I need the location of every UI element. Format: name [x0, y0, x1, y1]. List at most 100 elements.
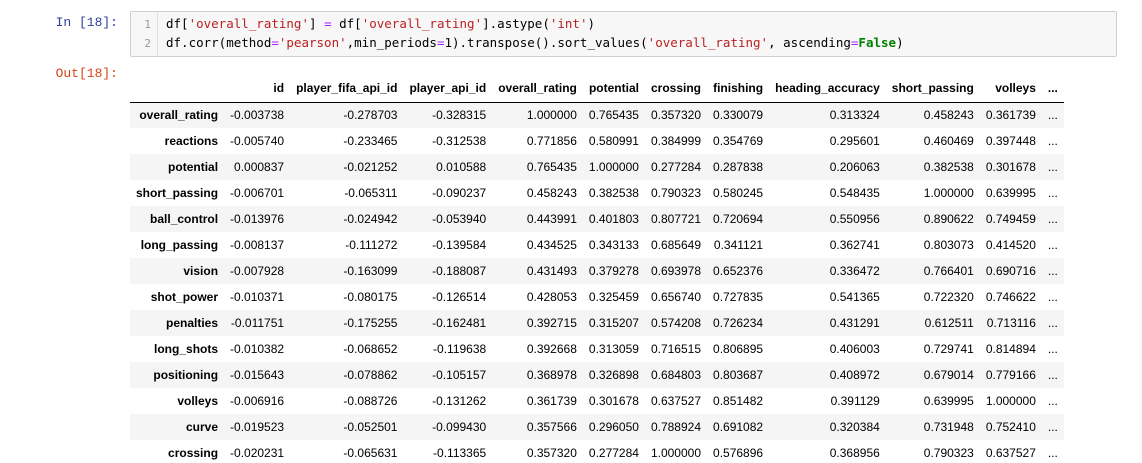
line-number: 1 — [144, 18, 151, 31]
row-index-label: curve — [186, 420, 219, 434]
column-header: volleys — [979, 74, 1042, 103]
table-row: vision -0.007928 -0.163099 -0.188087 0.43149… — [130, 258, 1064, 284]
ellipsis-cell: ... — [1047, 316, 1058, 330]
table-cell: -0.312538 — [432, 134, 487, 148]
ellipsis-cell: ... — [1047, 134, 1058, 148]
table-cell: 0.639995 — [923, 394, 974, 408]
table-cell: 0.580245 — [713, 186, 764, 200]
code-token: ] — [309, 16, 325, 31]
table-cell: 0.684803 — [650, 368, 702, 382]
code-token: df.corr(method — [166, 35, 272, 50]
code-cell-editor[interactable]: 1 2 df['overall_rating'] = df['overall_r… — [130, 11, 1117, 57]
table-cell: 0.362741 — [829, 238, 880, 252]
table-cell: 0.431291 — [829, 316, 880, 330]
table-cell: 1.000000 — [650, 446, 702, 460]
table-cell: 0.765435 — [588, 108, 639, 123]
row-index-label: potential — [168, 160, 219, 174]
column-header: short_passing — [885, 74, 980, 103]
table-cell: 0.731948 — [923, 420, 974, 434]
ellipsis-cell: ... — [1047, 186, 1058, 200]
row-index-label: long_passing — [140, 238, 219, 252]
table-cell: 0.765435 — [526, 160, 577, 174]
table-cell: 1.000000 — [985, 394, 1036, 408]
table-cell: 0.890622 — [923, 212, 974, 226]
table-cell: 0.612511 — [924, 316, 974, 330]
dataframe-output: id player_fifa_api_id player_api_id overall… — [130, 74, 1120, 463]
ellipsis-header: ... — [1041, 74, 1064, 103]
table-cell: 0.397448 — [985, 134, 1036, 148]
table-cell: 0.576896 — [713, 446, 764, 460]
table-cell: -0.011751 — [230, 316, 285, 330]
table-cell: -0.126514 — [432, 290, 487, 304]
ellipsis-cell: ... — [1047, 212, 1058, 226]
table-cell: 0.313324 — [829, 108, 880, 123]
code-token: df[ — [331, 16, 362, 31]
column-header: finishing — [707, 74, 770, 103]
table-row: short_passing -0.006701 -0.065311 -0.090237… — [130, 180, 1064, 206]
ellipsis-cell: ... — [1047, 446, 1058, 460]
table-cell: 0.357320 — [650, 108, 702, 123]
table-cell: 0.406003 — [829, 342, 880, 356]
table-cell: 0.803073 — [923, 238, 974, 252]
table-cell: 0.313059 — [588, 342, 639, 356]
table-cell: -0.088726 — [343, 394, 398, 408]
table-cell: -0.119638 — [433, 342, 487, 356]
table-cell: 0.752410 — [985, 420, 1036, 434]
code-token: 'overall_rating' — [647, 35, 769, 50]
code-token: 'overall_rating' — [188, 16, 309, 31]
table-cell: -0.131262 — [432, 394, 487, 408]
ellipsis-cell: ... — [1047, 420, 1058, 434]
table-cell: 0.766401 — [923, 264, 974, 278]
table-cell: 0.443991 — [526, 212, 577, 226]
code-token: ) — [896, 35, 904, 50]
table-cell: 0.771856 — [526, 134, 577, 148]
output-prompt: Out[18]: — [55, 66, 118, 81]
table-cell: 0.277284 — [650, 160, 702, 174]
table-cell: -0.010382 — [230, 342, 285, 356]
table-cell: 0.779166 — [985, 368, 1036, 382]
table-cell: 0.790323 — [923, 446, 974, 460]
table-cell: -0.006916 — [230, 394, 285, 408]
table-cell: 0.790323 — [650, 186, 702, 200]
table-cell: -0.008137 — [230, 238, 285, 252]
row-index-label: positioning — [153, 368, 219, 382]
table-cell: -0.010371 — [230, 290, 285, 304]
table-cell: -0.175255 — [343, 316, 398, 330]
table-cell: 0.434525 — [526, 238, 577, 252]
code-line[interactable]: df['overall_rating'] = df['overall_ratin… — [166, 16, 595, 31]
table-cell: 0.729741 — [923, 342, 974, 356]
table-cell: 0.637527 — [650, 394, 702, 408]
table-cell: -0.328315 — [432, 108, 487, 123]
table-cell: 0.690716 — [985, 264, 1036, 278]
table-cell: 0.379278 — [588, 264, 639, 278]
table-cell: 0.401803 — [588, 212, 639, 226]
table-row: shot_power -0.010371 -0.080175 -0.126514 0.4… — [130, 284, 1064, 310]
column-header: overall_rating — [492, 74, 583, 103]
table-cell: 0.391129 — [830, 394, 880, 408]
index-header — [130, 74, 225, 103]
dataframe-table: id player_fifa_api_id player_api_id overall… — [130, 74, 1064, 463]
table-cell: -0.007928 — [230, 264, 285, 278]
row-index-label: short_passing — [136, 186, 219, 200]
table-row: potential 0.000837 -0.021252 0.010588 0.7654… — [130, 154, 1064, 180]
table-cell: 0.287838 — [713, 160, 764, 174]
table-cell: -0.068652 — [343, 342, 398, 356]
table-row: long_passing -0.008137 -0.111272 -0.139584 0… — [130, 232, 1064, 258]
table-cell: 0.382538 — [588, 186, 639, 200]
table-cell: 1.000000 — [526, 108, 577, 123]
table-cell: 0.550956 — [829, 212, 880, 226]
table-cell: 0.727835 — [713, 290, 764, 304]
table-row: long_shots -0.010382 -0.068652 -0.119638 0.3… — [130, 336, 1064, 362]
code-line[interactable]: df.corr(method='pearson',min_periods=1).… — [166, 35, 904, 50]
ellipsis-cell: ... — [1047, 290, 1058, 304]
table-cell: 0.301678 — [985, 160, 1036, 174]
table-cell: 0.382538 — [923, 160, 974, 174]
table-cell: 0.000837 — [234, 160, 285, 174]
table-cell: 0.693978 — [650, 264, 702, 278]
ellipsis-cell: ... — [1047, 342, 1058, 356]
table-cell: 0.749459 — [985, 212, 1036, 226]
table-cell: -0.013976 — [230, 212, 285, 226]
table-cell: 0.803687 — [713, 368, 764, 382]
table-cell: 0.656740 — [650, 290, 702, 304]
table-cell: -0.024942 — [343, 212, 398, 226]
